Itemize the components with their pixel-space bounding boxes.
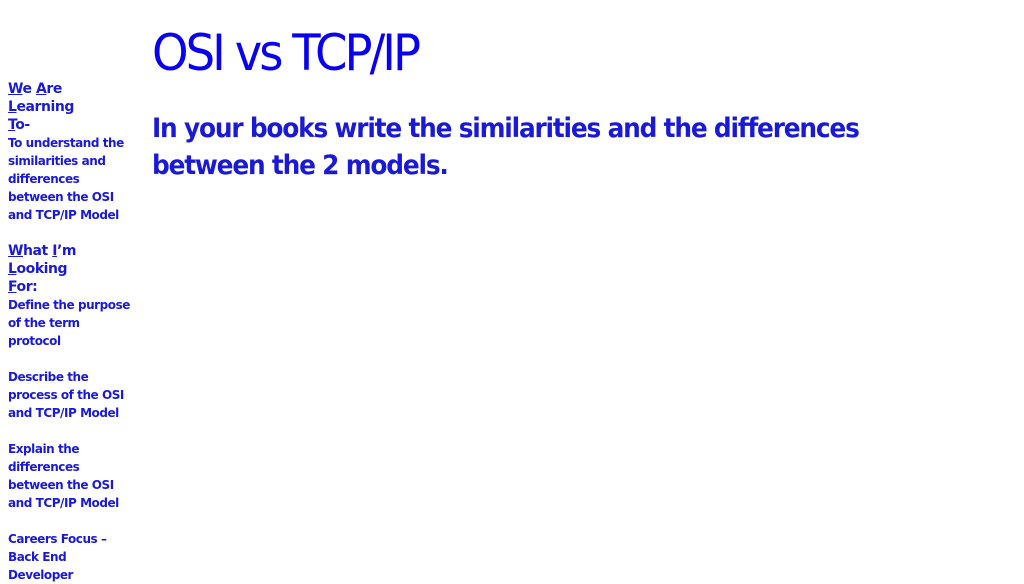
wilf-item: Explain the differences between the OSI …	[8, 442, 119, 510]
wilf-heading: What I’m Looking For:	[8, 242, 132, 296]
walt-heading: We Are Learning To-	[8, 80, 132, 134]
wilf-word: ’m	[56, 243, 76, 259]
wilf-initial: F	[8, 279, 17, 295]
wilf-initial: W	[8, 243, 23, 259]
walt-word: o-	[15, 117, 30, 133]
walt-word: e	[22, 81, 36, 97]
walt-initial: A	[35, 81, 47, 97]
wilf-word: ooking	[16, 261, 68, 277]
learning-objectives-sidebar: We Are Learning To- To understand the sim…	[8, 80, 132, 584]
slide-title: OSI vs TCP/IP	[152, 24, 421, 82]
walt-initial: W	[8, 81, 23, 97]
walt-word: earning	[16, 99, 74, 115]
walt-objective: To understand the similarities and diffe…	[8, 136, 124, 222]
slide-instruction: In your books write the similarities and…	[152, 113, 860, 181]
walt-word: re	[46, 81, 62, 97]
wilf-word: or:	[16, 279, 38, 295]
wilf-item: Define the purpose of the term protocol	[8, 298, 130, 348]
wilf-item: Describe the process of the OSI and TCP/…	[8, 370, 124, 420]
wilf-word: hat	[23, 243, 53, 259]
